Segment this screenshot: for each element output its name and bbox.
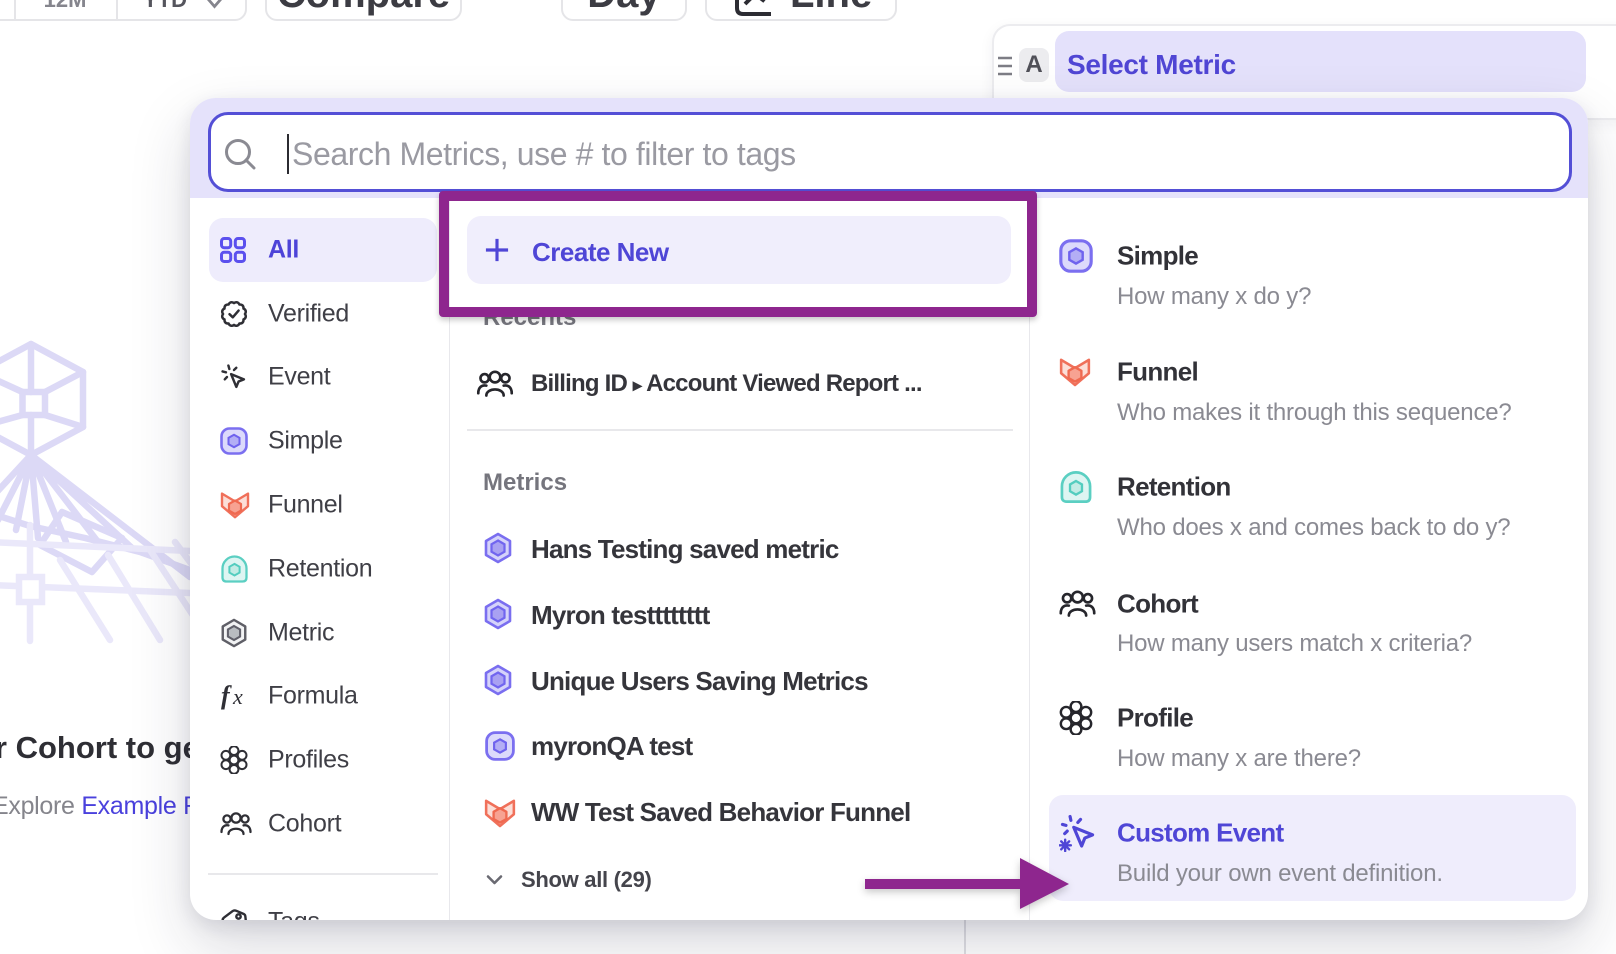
svg-text:f: f [221, 682, 232, 710]
svg-text:x: x [232, 684, 243, 709]
